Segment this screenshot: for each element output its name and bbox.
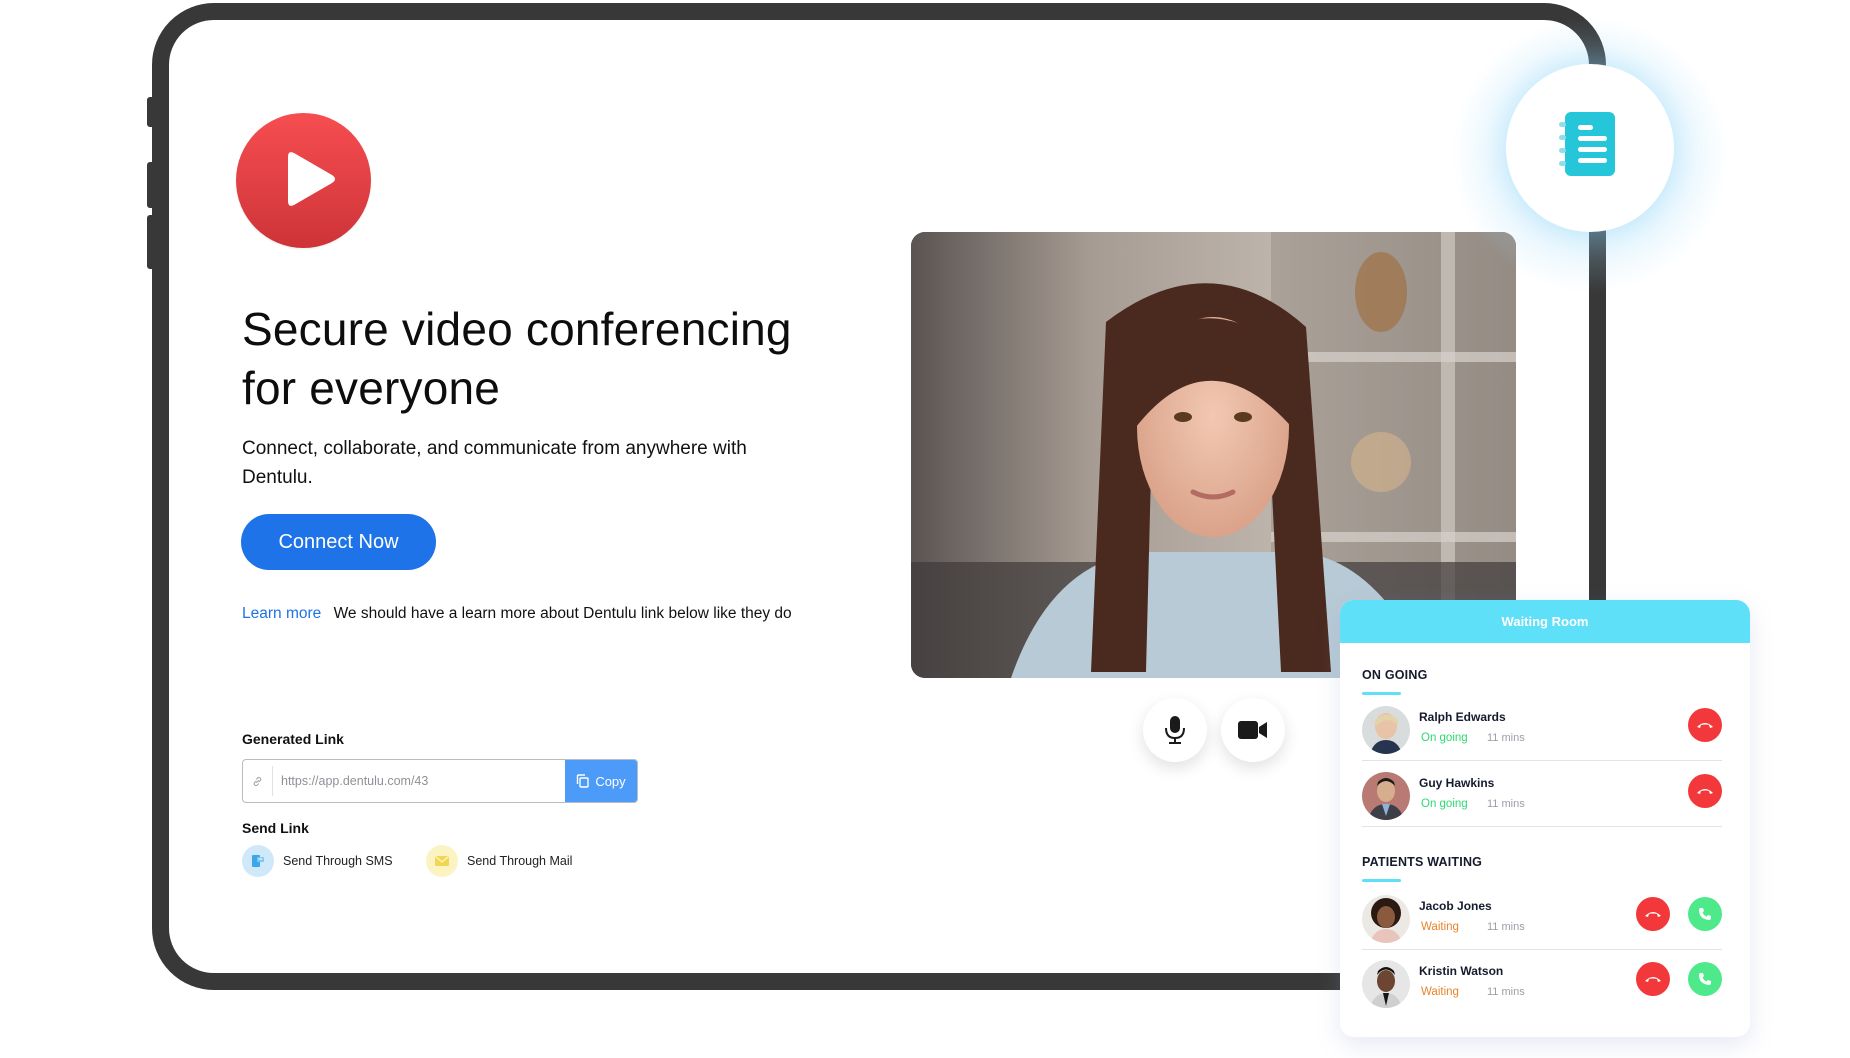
- avatar: [1362, 960, 1410, 1008]
- accept-call-button[interactable]: [1688, 897, 1722, 931]
- headline-line-1: Secure video conferencing: [242, 303, 792, 355]
- end-call-button[interactable]: [1688, 708, 1722, 742]
- send-through-mail-button[interactable]: Send Through Mail: [426, 845, 572, 877]
- decline-button[interactable]: [1636, 962, 1670, 996]
- avatar: [1362, 895, 1410, 943]
- hang-up-icon: [1697, 789, 1713, 794]
- camera-button[interactable]: [1221, 698, 1285, 762]
- section-underline: [1362, 879, 1401, 882]
- generated-link-label: Generated Link: [242, 731, 344, 747]
- patient-row: Ralph Edwards On going 11 mins: [1362, 704, 1722, 761]
- send-through-sms-button[interactable]: Send Through SMS: [242, 845, 393, 877]
- play-icon[interactable]: [236, 113, 371, 248]
- learn-more-row: Learn more We should have a learn more a…: [242, 605, 792, 623]
- send-link-label: Send Link: [242, 820, 309, 836]
- microphone-button[interactable]: [1143, 698, 1207, 762]
- patient-name: Ralph Edwards: [1419, 710, 1506, 724]
- avatar: [1362, 772, 1410, 820]
- avatar: [1362, 706, 1410, 754]
- patient-time: 11 mins: [1487, 986, 1525, 998]
- headline-line-2: for everyone: [242, 362, 501, 414]
- send-mail-label: Send Through Mail: [467, 854, 573, 868]
- hang-up-icon: [1645, 977, 1661, 982]
- phone-icon: [1699, 973, 1711, 985]
- ongoing-section-title: ON GOING: [1362, 668, 1428, 682]
- patient-name: Jacob Jones: [1419, 899, 1492, 913]
- patient-status: Waiting: [1421, 921, 1459, 933]
- page-title: Secure video conferencing for everyone: [242, 300, 882, 418]
- notes-button[interactable]: [1506, 64, 1674, 232]
- sms-icon: [242, 845, 274, 877]
- generated-link-input[interactable]: [273, 760, 565, 802]
- hang-up-icon: [1697, 723, 1713, 728]
- waiting-room-panel: Waiting Room ON GOING Ralph Edwards On g…: [1340, 600, 1750, 1037]
- copy-label: Copy: [595, 773, 626, 789]
- microphone-icon: [1165, 716, 1185, 744]
- learn-more-note: We should have a learn more about Dentul…: [333, 605, 792, 622]
- patient-row: Guy Hawkins On going 11 mins: [1362, 770, 1722, 827]
- waiting-room-title: Waiting Room: [1340, 600, 1750, 643]
- copy-icon: [577, 774, 590, 788]
- video-camera-icon: [1238, 721, 1267, 739]
- patient-row: Jacob Jones Waiting 11 mins: [1362, 893, 1722, 950]
- accept-call-button[interactable]: [1688, 962, 1722, 996]
- patient-status: On going: [1421, 732, 1468, 744]
- phone-icon: [1699, 908, 1711, 920]
- patient-status: On going: [1421, 798, 1468, 810]
- hang-up-icon: [1645, 912, 1661, 917]
- hero-subtext: Connect, collaborate, and communicate fr…: [242, 438, 747, 488]
- link-icon: [243, 766, 273, 796]
- waiting-section-title: PATIENTS WAITING: [1362, 855, 1483, 869]
- patient-name: Kristin Watson: [1419, 964, 1504, 978]
- end-call-button[interactable]: [1688, 774, 1722, 808]
- patient-row: Kristin Watson Waiting 11 mins: [1362, 958, 1722, 1014]
- patient-name: Guy Hawkins: [1419, 776, 1495, 790]
- patient-status: Waiting: [1421, 986, 1459, 998]
- patient-time: 11 mins: [1487, 732, 1525, 744]
- copy-button[interactable]: Copy: [565, 760, 637, 802]
- connect-now-button[interactable]: Connect Now: [241, 514, 436, 570]
- send-sms-label: Send Through SMS: [283, 854, 393, 868]
- section-underline: [1362, 692, 1401, 695]
- patient-time: 11 mins: [1487, 921, 1525, 933]
- learn-more-link[interactable]: Learn more: [242, 605, 321, 622]
- generated-link-field: Copy: [242, 759, 638, 803]
- decline-button[interactable]: [1636, 897, 1670, 931]
- patient-time: 11 mins: [1487, 798, 1525, 810]
- mail-icon: [426, 845, 458, 877]
- notebook-icon: [1559, 112, 1615, 176]
